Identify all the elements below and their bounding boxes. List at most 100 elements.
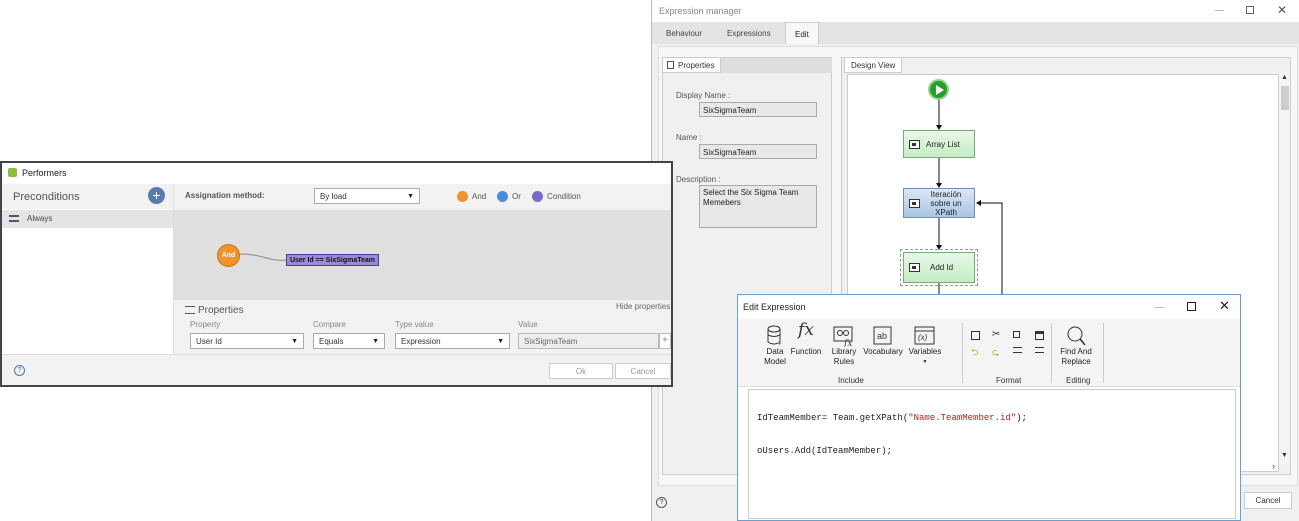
col-type-value: Type value bbox=[395, 320, 434, 329]
redo-icon[interactable]: ⮎ bbox=[992, 345, 1001, 357]
value-field[interactable]: SixSigmaTeam bbox=[518, 333, 659, 349]
iteration-node[interactable]: Iteración sobre un XPath bbox=[903, 188, 975, 218]
preconditions-label: Preconditions bbox=[13, 191, 80, 203]
performers-window: Performers Preconditions + Always Assign… bbox=[0, 161, 673, 387]
add-id-label: Add Id bbox=[930, 263, 954, 272]
library-rules-icon: fx bbox=[833, 326, 853, 347]
indent-icon[interactable] bbox=[1035, 347, 1044, 353]
properties-label: Properties bbox=[198, 305, 244, 316]
col-value: Value bbox=[518, 320, 538, 329]
help-icon[interactable]: ? bbox=[14, 365, 25, 376]
find-replace-button[interactable]: Find And Replace bbox=[1056, 325, 1096, 367]
vocabulary-label: Vocabulary bbox=[863, 347, 903, 356]
scroll-down-icon[interactable]: ▼ bbox=[1281, 452, 1288, 459]
array-list-label: Array List bbox=[926, 139, 960, 149]
function-label: Function bbox=[790, 347, 822, 356]
legend-and-dot bbox=[457, 191, 468, 202]
data-model-button[interactable]: + Data Model bbox=[760, 325, 790, 367]
function-icon: fx bbox=[798, 320, 814, 340]
outdent-icon[interactable] bbox=[1013, 347, 1022, 353]
col-compare: Compare bbox=[313, 320, 346, 329]
find-replace-label: Find And Replace bbox=[1060, 347, 1092, 366]
minimize-icon[interactable] bbox=[1155, 307, 1164, 308]
scroll-right-icon[interactable]: › bbox=[1272, 461, 1275, 471]
add-id-node[interactable]: Add Id bbox=[900, 249, 978, 286]
svg-text:(x): (x) bbox=[918, 333, 928, 342]
condition-node[interactable]: User Id == SixSigmaTeam bbox=[286, 254, 379, 266]
library-rules-label: Library Rules bbox=[831, 347, 857, 366]
format-group-label: Format bbox=[996, 376, 1022, 385]
arrow-head bbox=[976, 200, 981, 206]
code-editor[interactable]: IdTeamMember= Team.getXPath("Name.TeamMe… bbox=[748, 389, 1236, 519]
find-replace-icon bbox=[1067, 326, 1086, 346]
conditions-canvas[interactable]: And User Id == SixSigmaTeam bbox=[174, 210, 671, 300]
editing-group-label: Editing bbox=[1066, 376, 1091, 385]
cut-icon[interactable]: ✂ bbox=[992, 329, 1001, 340]
value-field-text: SixSigmaTeam bbox=[524, 337, 578, 346]
legend-condition-dot bbox=[532, 191, 543, 202]
cancel-button[interactable]: Cancel bbox=[615, 363, 671, 379]
ok-button[interactable]: Ok bbox=[549, 363, 613, 379]
and-node[interactable]: And bbox=[217, 244, 240, 267]
svg-text:+: + bbox=[777, 339, 782, 347]
chevron-down-icon: ▼ bbox=[407, 192, 414, 200]
code-line-2: oUsers.Add(IdTeamMember); bbox=[757, 446, 893, 456]
assignation-bar: Assignation method: By load ▼ And Or Cond… bbox=[174, 184, 671, 210]
hide-properties-link[interactable]: Hide properties bbox=[616, 302, 670, 311]
variables-button[interactable]: (x) Variables ▼ bbox=[906, 325, 944, 367]
always-label: Always bbox=[27, 214, 53, 223]
legend-or-dot bbox=[497, 191, 508, 202]
copy-icon[interactable] bbox=[1013, 331, 1020, 338]
type-value-select[interactable]: Expression ▼ bbox=[395, 333, 510, 349]
subprocess-icon bbox=[909, 198, 920, 208]
edit-expression-dialog: Edit Expression ✕ + Data Model fx Functi… bbox=[737, 294, 1241, 521]
list-icon bbox=[9, 215, 19, 222]
assignation-select[interactable]: By load ▼ bbox=[314, 188, 420, 204]
function-button[interactable]: fx Function bbox=[790, 320, 822, 357]
maximize-icon[interactable] bbox=[1187, 302, 1196, 311]
chevron-down-icon: ▼ bbox=[291, 337, 298, 345]
cancel-button[interactable]: Cancel bbox=[1244, 492, 1292, 509]
close-icon[interactable]: ✕ bbox=[1219, 298, 1230, 314]
preconditions-header: Preconditions + bbox=[2, 184, 173, 209]
assignation-label: Assignation method: bbox=[185, 191, 265, 200]
add-precondition-button[interactable]: + bbox=[148, 187, 165, 204]
script-task-icon bbox=[909, 139, 920, 149]
compare-select[interactable]: Equals ▼ bbox=[313, 333, 385, 349]
performers-titlebar: Performers bbox=[2, 163, 671, 184]
paste-icon[interactable] bbox=[1035, 331, 1044, 340]
start-node-icon[interactable] bbox=[928, 79, 949, 100]
svg-text:ab: ab bbox=[877, 331, 887, 341]
chevron-down-icon: ▼ bbox=[372, 337, 379, 345]
variables-dropdown-icon[interactable]: ▼ bbox=[923, 357, 928, 367]
type-value-select-value: Expression bbox=[401, 336, 441, 346]
assignation-value: By load bbox=[320, 191, 347, 201]
properties-section: Properties Hide properties Property Comp… bbox=[174, 300, 671, 354]
legend-or-label: Or bbox=[512, 192, 521, 201]
library-rules-button[interactable]: fx Library Rules bbox=[826, 325, 862, 367]
save-icon[interactable] bbox=[971, 331, 980, 340]
property-select[interactable]: User Id ▼ bbox=[190, 333, 304, 349]
chevron-down-icon: ▼ bbox=[497, 337, 504, 345]
workflow-connectors bbox=[936, 100, 1003, 296]
undo-icon[interactable]: ⮌ bbox=[971, 345, 980, 357]
variables-icon: (x) bbox=[914, 326, 935, 345]
help-icon[interactable]: ? bbox=[656, 497, 667, 508]
property-select-value: User Id bbox=[196, 336, 222, 346]
precondition-item-always[interactable]: Always bbox=[2, 210, 173, 228]
dialog-title: Edit Expression bbox=[743, 302, 806, 312]
data-model-label: Data Model bbox=[764, 347, 786, 366]
and-to-condition-connector bbox=[239, 253, 287, 261]
ribbon: + Data Model fx Function fx Library Rule… bbox=[738, 319, 1240, 387]
legend-and-label: And bbox=[472, 192, 487, 201]
vocabulary-button[interactable]: ab Vocabulary bbox=[862, 325, 904, 357]
database-icon: + bbox=[767, 325, 782, 347]
iteration-label: Iteración sobre un XPath bbox=[930, 189, 962, 217]
include-group-label: Include bbox=[838, 376, 864, 385]
code-line-1: IdTeamMember= Team.getXPath("Name.TeamMe… bbox=[757, 413, 1028, 423]
col-property: Property bbox=[190, 320, 221, 329]
array-list-node[interactable]: Array List bbox=[903, 130, 975, 158]
edit-expression-titlebar: Edit Expression ✕ bbox=[738, 295, 1240, 317]
value-add-button[interactable]: + bbox=[659, 333, 671, 349]
variables-label: Variables bbox=[908, 347, 942, 356]
